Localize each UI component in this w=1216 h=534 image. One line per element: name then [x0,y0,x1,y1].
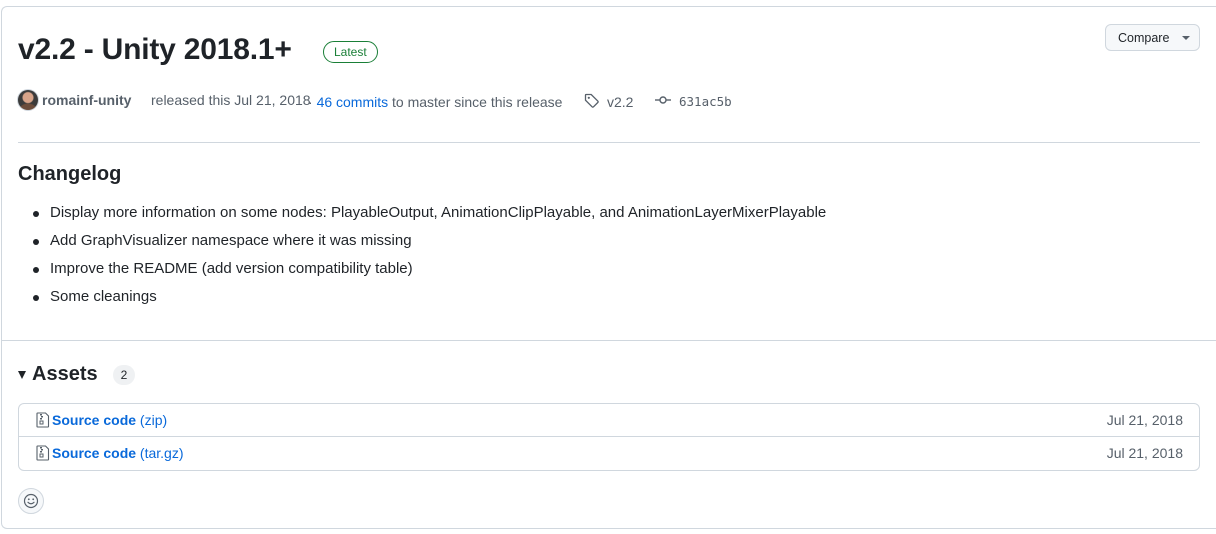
smiley-icon [23,493,39,509]
changelog-list: Display more information on some nodes: … [32,199,826,311]
release-meta: romainf-unity released this Jul 21, 2018… [18,89,778,111]
assets-toggle[interactable]: Assets [18,362,98,386]
file-zip-icon [36,412,50,428]
commits-info: · 46 commits to master since this releas… [308,91,562,113]
asset-row: Source code (tar.gz) Jul 21, 2018 [19,437,1199,470]
compare-label: Compare [1118,30,1170,45]
changelog-item: Improve the README (add version compatib… [32,255,826,283]
author-avatar[interactable] [18,90,38,110]
changelog-item: Display more information on some nodes: … [32,199,826,227]
tag-link[interactable]: v2.2 [607,91,633,113]
released-date: released this Jul 21, 2018 [151,92,311,108]
add-reaction-button[interactable] [18,488,44,514]
commits-suffix: to master since this release [392,94,563,110]
commits-dot: · [308,94,313,110]
assets-title: Assets [32,362,98,385]
source-code-targz-link[interactable]: Source code (tar.gz) [52,445,184,461]
latest-badge: Latest [323,41,378,63]
commit-hash-link[interactable]: 631ac5b [679,91,732,113]
compare-button[interactable]: Compare [1105,24,1200,51]
asset-ext: (zip) [139,412,168,428]
header-divider [18,142,1200,143]
asset-date: Jul 21, 2018 [1106,445,1183,461]
changelog-heading: Changelog [18,163,122,185]
triangle-down-icon [18,371,26,379]
source-code-zip-link[interactable]: Source code (zip) [52,412,167,428]
asset-name: Source code [52,412,137,428]
assets-count-badge: 2 [113,365,135,385]
release-title[interactable]: v2.2 - Unity 2018.1+ [18,30,292,70]
file-zip-icon [36,445,50,461]
commits-link[interactable]: 46 commits [317,94,389,110]
assets-list: Source code (zip) Jul 21, 2018 Source co… [18,403,1200,471]
triangle-down-icon [1182,36,1191,40]
assets-divider [1,340,1216,341]
asset-ext: (tar.gz) [139,445,184,461]
asset-row: Source code (zip) Jul 21, 2018 [19,404,1199,437]
git-commit-icon [655,96,671,104]
tag-icon [584,93,599,108]
asset-name: Source code [52,445,137,461]
changelog-item: Add GraphVisualizer namespace where it w… [32,227,826,255]
changelog-item: Some cleanings [32,283,826,311]
author-link[interactable]: romainf-unity [42,89,131,111]
asset-date: Jul 21, 2018 [1106,412,1183,428]
